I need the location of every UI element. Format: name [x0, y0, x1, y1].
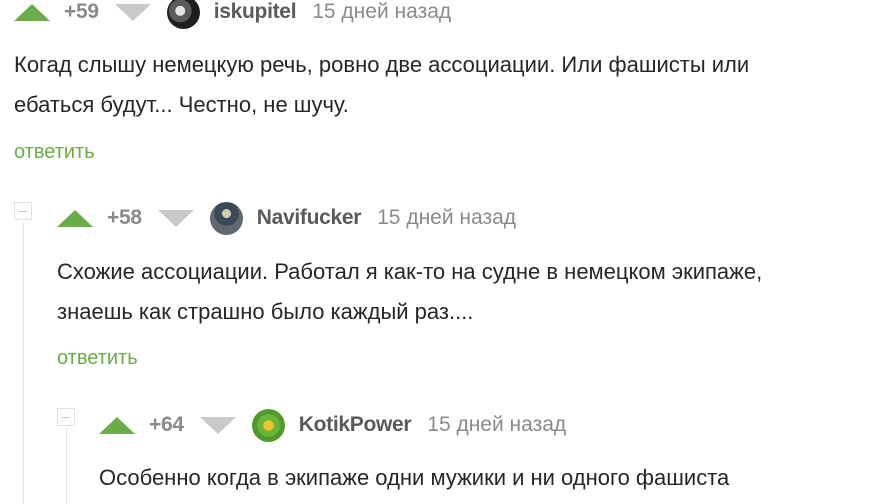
comment-text-line: Особенно когда в экипаже одни мужики и н… — [99, 465, 730, 490]
comment-kotikpower: +64 KotikPower 15 дней назад Особенно ко… — [0, 0, 874, 504]
comment-rating: +64 — [149, 413, 184, 436]
downvote-arrow-icon[interactable] — [199, 416, 236, 434]
upvote-arrow-icon[interactable] — [99, 416, 135, 434]
comment-text: Особенно когда в экипаже одни мужики и н… — [99, 458, 729, 498]
avatar[interactable] — [251, 408, 285, 442]
username[interactable]: KotikPower — [299, 413, 412, 437]
comment-time: 15 дней назад — [427, 413, 567, 436]
comment-header: +64 KotikPower 15 дней назад — [99, 408, 567, 442]
